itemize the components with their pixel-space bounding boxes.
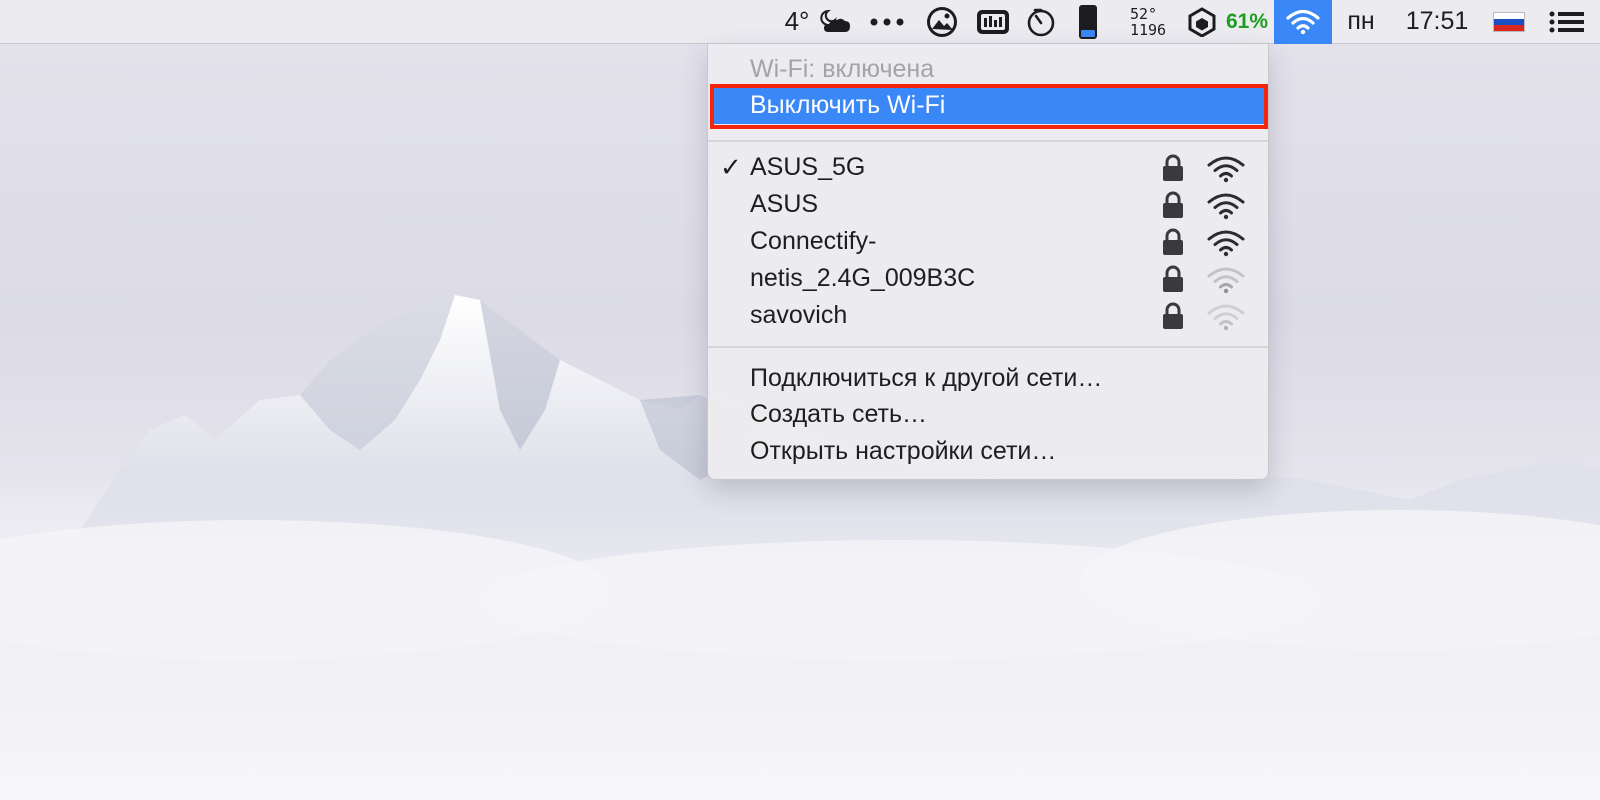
cube-icon[interactable] (1184, 0, 1220, 44)
checkmark-icon: ✓ (720, 152, 742, 182)
lock-icon (1163, 302, 1183, 329)
wifi-signal-full-icon (1207, 156, 1245, 183)
network-item-asus[interactable]: ASUS (708, 186, 1268, 223)
network-name: ASUS_5G (750, 153, 866, 181)
system-stats[interactable]: 52° 1196 (1112, 0, 1184, 44)
lock-icon (1163, 265, 1183, 292)
create-network-item[interactable]: Создать сеть… (708, 396, 1268, 433)
turn-off-wifi-label: Выключить Wi-Fi (750, 91, 946, 119)
lock-icon (1163, 191, 1183, 218)
open-network-preferences-item[interactable]: Открыть настройки сети… (708, 433, 1268, 470)
create-network-label: Создать сеть… (750, 400, 928, 428)
image-app-icon[interactable] (916, 0, 968, 44)
weekday-label[interactable]: пн (1332, 0, 1390, 44)
network-name: Connectify- (750, 227, 877, 255)
timer-icon[interactable] (1018, 0, 1064, 44)
wifi-signal-weak-icon (1207, 267, 1245, 294)
wifi-menu-icon[interactable] (1274, 0, 1332, 44)
phone-battery-icon[interactable] (1064, 0, 1112, 44)
wifi-dropdown-menu: Wi-Fi: включена Выключить Wi-Fi ✓ ASUS_5… (707, 44, 1269, 480)
wifi-status-label: Wi-Fi: включена (750, 55, 935, 83)
open-network-preferences-label: Открыть настройки сети… (750, 437, 1057, 465)
notification-center-icon[interactable] (1534, 0, 1600, 44)
lock-icon (1163, 228, 1183, 255)
join-other-network-item[interactable]: Подключиться к другой сети… (708, 360, 1268, 397)
network-name: netis_2.4G_009B3C (750, 264, 976, 292)
stats-temperature: 52° (1129, 4, 1158, 23)
partly-cloudy-night-icon[interactable] (814, 0, 858, 44)
stats-fan-speed: 1196 (1129, 20, 1167, 39)
menu-bar: 4° 52° 1196 61% пн 17:51 (0, 0, 1600, 44)
wifi-signal-full-icon (1207, 230, 1245, 257)
menu-separator (708, 346, 1268, 348)
wifi-signal-weak-icon (1207, 304, 1245, 331)
more-dots-icon[interactable] (858, 0, 916, 44)
clock[interactable]: 17:51 (1390, 0, 1484, 44)
network-item-netis[interactable]: netis_2.4G_009B3C (708, 260, 1268, 297)
cpu-monitor-icon[interactable] (968, 0, 1018, 44)
flag-stripe-red (1494, 24, 1524, 31)
wifi-signal-full-icon (1207, 193, 1245, 220)
network-name: savovich (750, 301, 848, 329)
join-other-network-label: Подключиться к другой сети… (750, 364, 1103, 392)
weather-temperature[interactable]: 4° (774, 0, 814, 44)
turn-off-wifi-item[interactable]: Выключить Wi-Fi (712, 87, 1266, 124)
input-source-flag-icon[interactable] (1484, 0, 1534, 44)
network-name: ASUS (750, 190, 819, 218)
menu-separator (708, 140, 1268, 142)
network-item-asus-5g[interactable]: ✓ ASUS_5G (708, 149, 1268, 186)
network-item-connectify[interactable]: Connectify- (708, 223, 1268, 260)
network-item-savovich[interactable]: savovich (708, 297, 1268, 334)
wifi-status-item: Wi-Fi: включена (708, 51, 1268, 88)
battery-percent[interactable]: 61% (1220, 0, 1274, 44)
lock-icon (1163, 154, 1183, 181)
